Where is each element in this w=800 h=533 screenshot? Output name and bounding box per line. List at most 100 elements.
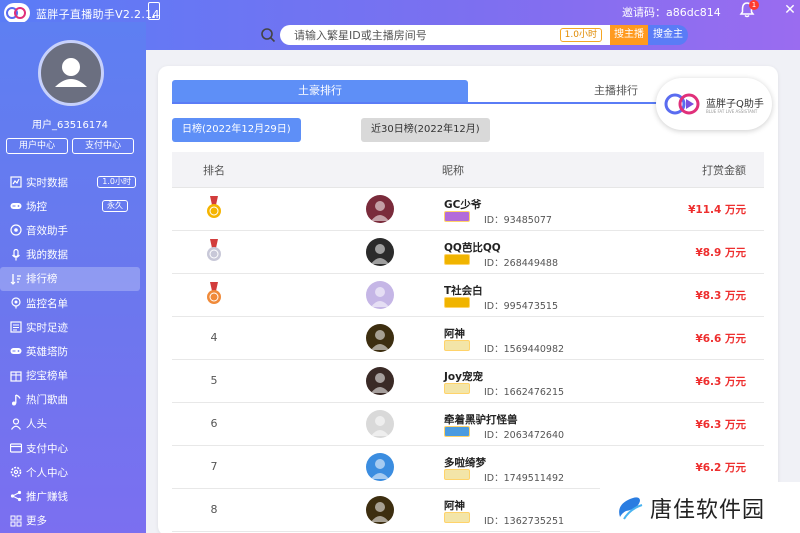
level-badge xyxy=(444,254,470,265)
reward-amount: ¥8.3 万元 xyxy=(695,290,746,302)
sidebar-nav: 实时数据 1.0小时 场控 永久 音效助手 我的数据 排行榜 监控名单 实时足迹 xyxy=(0,170,146,533)
medal-silver-icon xyxy=(207,239,221,261)
sidebar-item-label: 人头 xyxy=(26,418,47,431)
sidebar-item-person[interactable]: 人头 xyxy=(0,412,146,436)
avatar[interactable] xyxy=(366,367,394,395)
sidebar-item-label: 实时数据 xyxy=(26,176,68,189)
user-center-button[interactable]: 用户中心 xyxy=(6,138,68,154)
search-anchor-button[interactable]: 搜主播 xyxy=(610,25,648,45)
level-badge xyxy=(444,469,470,480)
table-row[interactable]: 4 阿神 ID：1569440982 ¥6.6 万元 xyxy=(172,317,764,360)
reward-amount: ¥8.9 万元 xyxy=(695,247,746,259)
avatar[interactable] xyxy=(366,410,394,438)
brand-badge: 蓝胖子Q助手 BLUE FAT LIVE ASSISTANT xyxy=(656,78,772,130)
brand-name: 蓝胖子Q助手 xyxy=(706,99,764,110)
avatar[interactable] xyxy=(366,496,394,524)
pay-icon xyxy=(10,443,22,453)
sidebar-item-label: 更多 xyxy=(26,515,47,528)
table-row[interactable]: 5 Joy宠宠 ID：1662476215 ¥6.3 万元 xyxy=(172,360,764,403)
brand-subtitle: BLUE FAT LIVE ASSISTANT xyxy=(706,109,758,114)
nickname: GC少爷 xyxy=(444,199,482,211)
table-row[interactable]: QQ芭比QQ ID：268449488 ¥8.9 万元 xyxy=(172,231,764,274)
phone-icon[interactable] xyxy=(148,2,160,20)
user-id: ID：1662476215 xyxy=(484,387,565,398)
reward-amount: ¥6.3 万元 xyxy=(695,419,746,431)
sidebar-item-realtime[interactable]: 实时数据 1.0小时 xyxy=(0,170,146,194)
user-id: ID：995473515 xyxy=(484,301,559,312)
user-id: ID：93485077 xyxy=(484,215,552,226)
sidebar-item-control[interactable]: 场控 永久 xyxy=(0,194,146,218)
sidebar-item-pay[interactable]: 支付中心 xyxy=(0,436,146,460)
level-badge xyxy=(444,512,470,523)
sidebar-item-label: 排行榜 xyxy=(26,273,58,286)
rank-number: 5 xyxy=(210,374,218,387)
user-id: ID：268449488 xyxy=(484,258,559,269)
daily-ranking-button[interactable]: 日榜(2022年12月29日) xyxy=(172,118,301,142)
username: 用户_63516174 xyxy=(32,120,108,131)
level-badge xyxy=(444,426,470,437)
nickname: Joy宠宠 xyxy=(444,371,483,383)
avatar[interactable] xyxy=(366,453,394,481)
sidebar-item-sound[interactable]: 音效助手 xyxy=(0,218,146,242)
ranking-panel: 土豪排行 主播排行 日榜(2022年12月29日) 近30日榜(2022年12月… xyxy=(158,66,778,533)
sidebar-item-profile[interactable]: 个人中心 xyxy=(0,460,146,484)
nickname: 阿神 xyxy=(444,328,465,340)
sidebar-item-label: 推广赚钱 xyxy=(26,491,68,504)
avatar[interactable] xyxy=(366,324,394,352)
sidebar-item-ranking[interactable]: 排行榜 xyxy=(0,266,140,291)
reward-amount: ¥11.4 万元 xyxy=(688,204,746,216)
table-row[interactable]: T社会白 ID：995473515 ¥8.3 万元 xyxy=(172,274,764,317)
sidebar-item-tag: 永久 xyxy=(102,200,128,213)
sidebar-item-label: 英雄塔防 xyxy=(26,345,68,358)
sidebar-item-mydata[interactable]: 我的数据 xyxy=(0,243,146,267)
person-icon xyxy=(11,418,21,430)
sort-icon xyxy=(10,273,21,285)
level-badge xyxy=(444,297,470,308)
avatar[interactable] xyxy=(366,195,394,223)
sidebar-item-music[interactable]: 热门歌曲 xyxy=(0,388,146,412)
header-rank: 排名 xyxy=(203,163,225,177)
search-input[interactable] xyxy=(280,25,540,45)
header-nickname: 昵称 xyxy=(442,163,464,177)
watermark-logo-icon xyxy=(619,496,643,520)
rank-number: 8 xyxy=(210,503,218,516)
table-row[interactable]: 6 牵着黑驴打怪兽 ID：2063472640 ¥6.3 万元 xyxy=(172,403,764,446)
search-gold-button[interactable]: 搜金主 xyxy=(648,25,688,45)
sidebar-item-label: 个人中心 xyxy=(26,466,68,479)
monthly-ranking-button[interactable]: 近30日榜(2022年12月) xyxy=(361,118,490,142)
table-body: GC少爷 ID：93485077 ¥11.4 万元 QQ芭比QQ ID：2684… xyxy=(172,188,764,532)
nickname: QQ芭比QQ xyxy=(444,242,501,254)
ranking-table: 排名 昵称 打赏金额 GC少爷 ID：93485077 ¥11.4 万元 QQ芭… xyxy=(172,152,764,532)
sidebar-item-treasure[interactable]: 挖宝榜单 xyxy=(0,364,146,388)
sidebar-item-tower[interactable]: 英雄塔防 xyxy=(0,339,146,363)
level-badge xyxy=(444,211,470,222)
sound-icon xyxy=(10,224,22,236)
sidebar-item-more[interactable]: 更多 xyxy=(0,509,146,533)
close-icon[interactable]: ✕ xyxy=(780,0,800,20)
tab-rich-ranking[interactable]: 土豪排行 xyxy=(172,80,468,102)
user-id: ID：1569440982 xyxy=(484,344,565,355)
notification-badge: 1 xyxy=(749,0,759,10)
sidebar-item-monitor[interactable]: 监控名单 xyxy=(0,291,146,315)
header-amount: 打赏金额 xyxy=(702,163,746,177)
table-row[interactable]: GC少爷 ID：93485077 ¥11.4 万元 xyxy=(172,188,764,231)
user-id: ID：2063472640 xyxy=(484,430,565,441)
medal-bronze-icon xyxy=(207,282,221,304)
search-bar: 1.0小时 搜主播 搜金主 xyxy=(260,25,688,45)
sidebar-item-label: 挖宝榜单 xyxy=(26,370,68,383)
sidebar-item-promote[interactable]: 推广赚钱 xyxy=(0,484,146,508)
avatar[interactable] xyxy=(366,238,394,266)
mic-icon xyxy=(12,248,20,261)
nickname: 牵着黑驴打怪兽 xyxy=(444,414,518,426)
avatar[interactable] xyxy=(38,40,104,106)
pay-center-button[interactable]: 支付中心 xyxy=(72,138,134,154)
level-badge xyxy=(444,383,470,394)
grid-icon xyxy=(10,515,22,527)
sidebar-item-footprint[interactable]: 实时足迹 xyxy=(0,315,146,339)
gamepad-icon xyxy=(10,348,22,355)
gamepad-icon xyxy=(10,203,22,210)
chart-icon xyxy=(10,176,22,188)
user-id: ID：1362735251 xyxy=(484,516,565,527)
avatar[interactable] xyxy=(366,281,394,309)
footprint-icon xyxy=(10,321,22,333)
